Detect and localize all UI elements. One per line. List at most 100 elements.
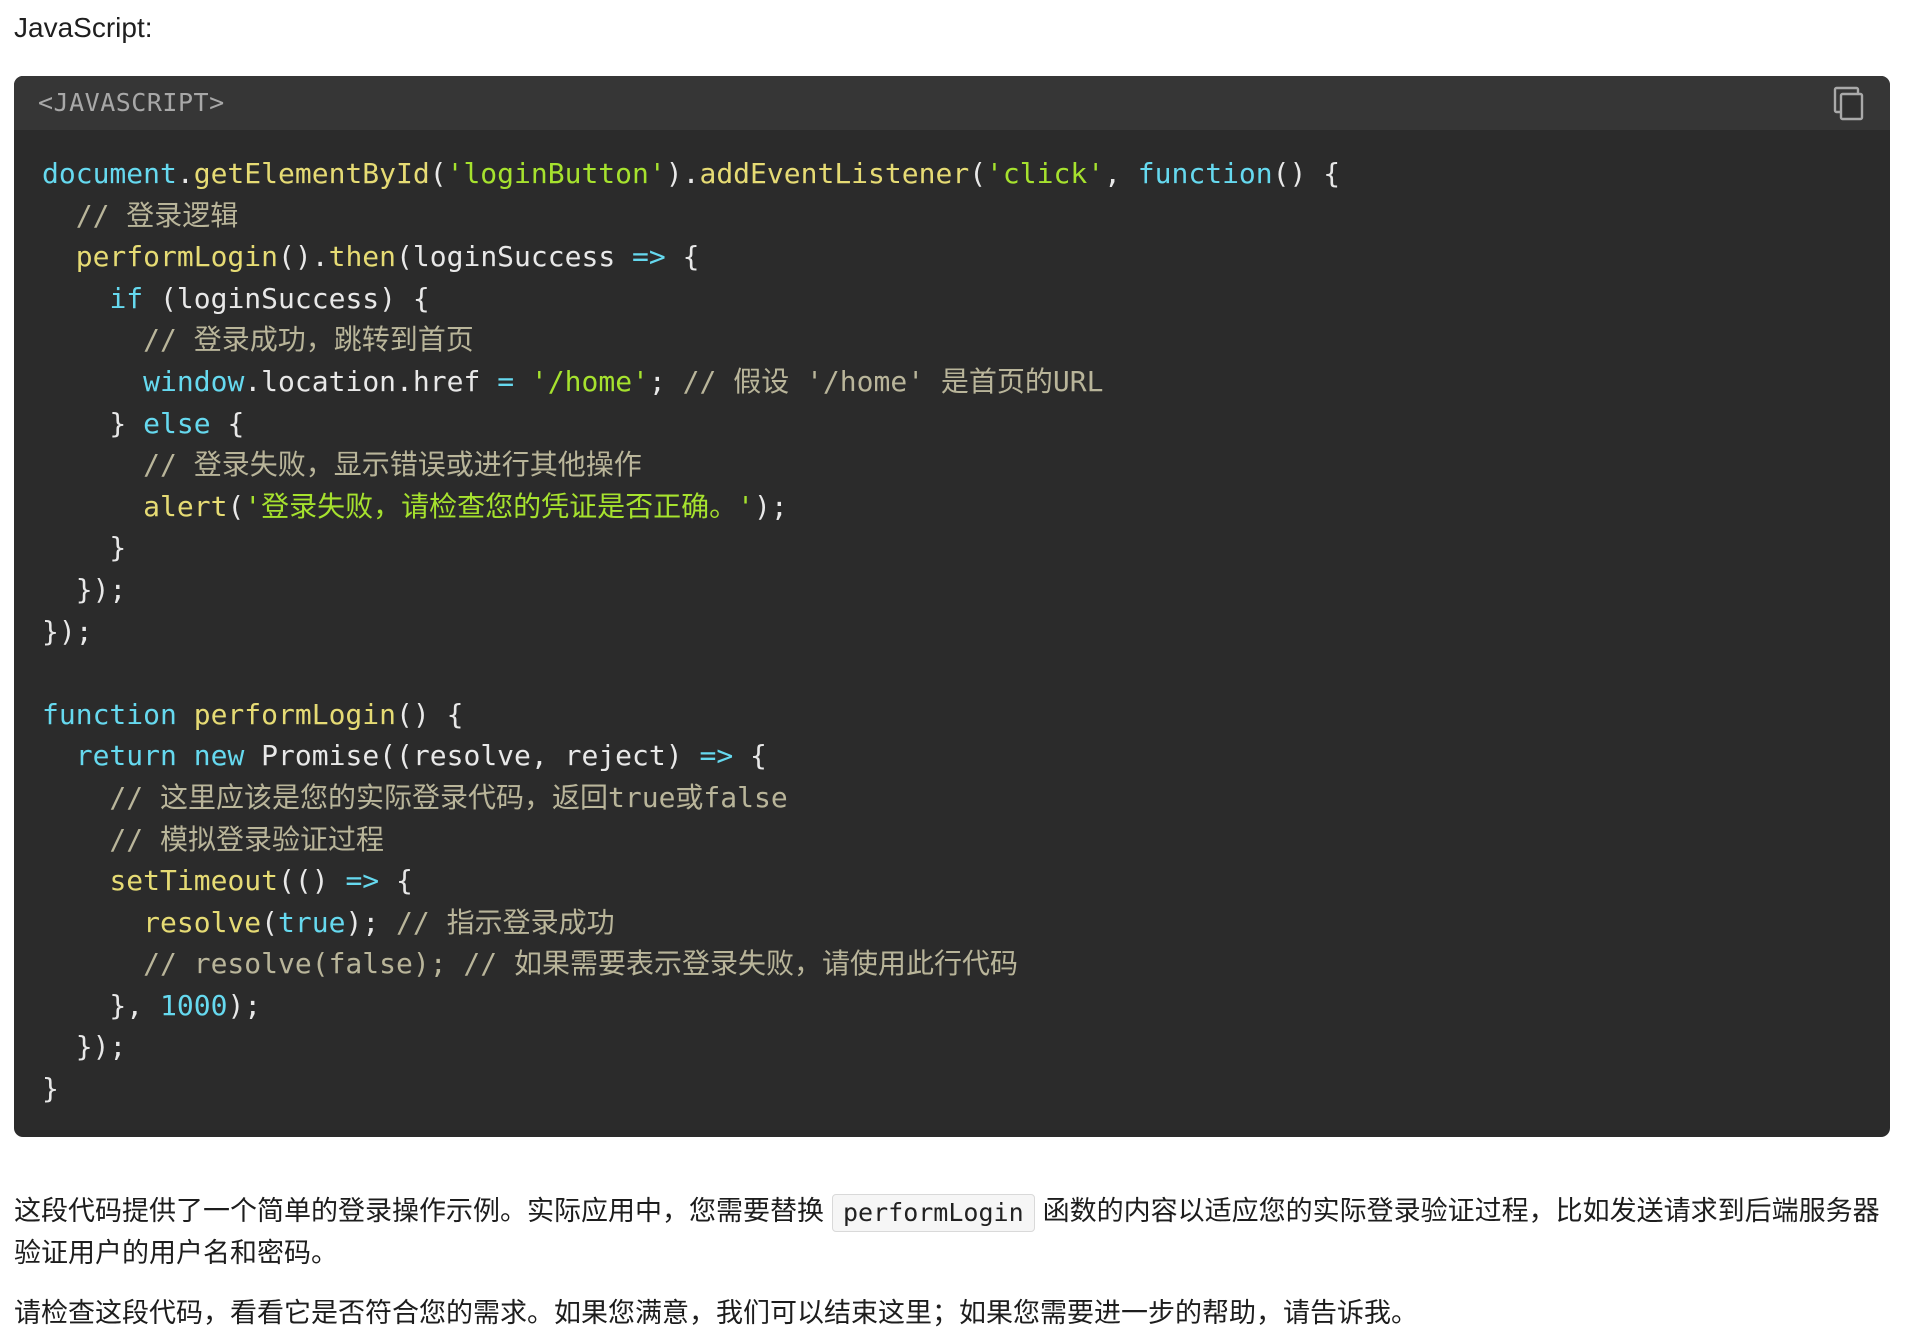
explanation-paragraph: 这段代码提供了一个简单的登录操作示例。实际应用中，您需要替换 performLog… [14,1190,1884,1274]
code-token: '/home' [530,364,649,398]
code-token: // 登录逻辑 [42,198,239,232]
code-token: getElementById [193,157,430,190]
code-line: } [42,1068,1866,1110]
inline-code-performlogin: performLogin [832,1193,1035,1232]
code-line: // 登录成功，跳转到首页 [42,319,1866,361]
copy-code-button[interactable] [1828,84,1868,124]
code-line: } [42,527,1866,569]
code-token: { [379,864,413,898]
code-token: () { [1272,157,1341,190]
code-token: .location.href [244,364,498,398]
explanation-text-before: 这段代码提供了一个简单的登录操作示例。实际应用中，您需要替换 [14,1196,824,1226]
follow-up-paragraph: 请检查这段代码，看看它是否符合您的需求。如果您满意，我们可以结束这里；如果您需要… [14,1298,1418,1328]
code-token: (loginSuccess) { [143,281,430,315]
copy-icon [1828,84,1868,124]
code-token: => [345,864,380,898]
code-token: ( [429,157,447,190]
code-token: // 模拟登录验证过程 [42,822,385,856]
code-line: // 登录失败，显示错误或进行其他操作 [42,444,1866,486]
code-token: }); [42,614,93,648]
code-line: alert('登录失败，请检查您的凭证是否正确。'); [42,486,1866,528]
code-line: setTimeout(() => { [42,860,1866,902]
code-token: // resolve(false); // 如果需要表示登录失败，请使用此行代码 [42,947,1019,981]
code-line: return new Promise((resolve, reject) => … [42,735,1866,777]
code-token: '登录失败，请检查您的凭证是否正确。' [244,489,755,523]
code-token: { [665,240,700,274]
code-line: }); [42,1026,1866,1068]
code-token: // 这里应该是您的实际登录代码，返回true或false [42,780,788,814]
code-token: then [328,240,397,274]
code-token: }); [42,572,127,606]
code-token: = [497,364,515,398]
code-line: document.getElementById('loginButton').a… [42,153,1866,195]
code-token: performLogin [75,240,279,274]
code-line: // 登录逻辑 [42,195,1866,237]
code-token: => [632,240,666,274]
code-token: return [75,739,177,773]
language-intro-label: JavaScript: [14,12,153,43]
code-token: performLogin [193,697,397,731]
code-line: if (loginSuccess) { [42,278,1866,320]
code-token: Promise((resolve, reject) [244,739,700,773]
code-token: function [1137,157,1273,190]
code-token: }, [42,988,161,1022]
code-token: setTimeout [109,864,279,898]
code-token: ; [648,364,683,398]
code-token: // 假设 '/home' 是首页的URL [682,364,1104,398]
code-token: 'click' [986,157,1105,190]
code-token: new [193,739,245,773]
code-line: // 模拟登录验证过程 [42,819,1866,861]
code-token: { [210,406,245,440]
code-token: resolve [143,905,262,939]
code-token: else [143,406,211,440]
code-line: }, 1000); [42,985,1866,1027]
code-line: // 这里应该是您的实际登录代码，返回true或false [42,777,1866,819]
code-token: ); [227,988,262,1022]
code-token: (loginSuccess [396,240,633,274]
code-token: (() [278,864,346,898]
code-token: . [176,157,194,190]
code-line: }); [42,611,1866,653]
code-line: function performLogin() { [42,694,1866,736]
code-token: { [733,739,767,773]
code-token: } [42,406,144,440]
code-token: document [42,157,177,190]
code-token: if [109,281,144,315]
code-line: }); [42,569,1866,611]
code-token: // 指示登录成功 [396,905,615,939]
code-line: // resolve(false); // 如果需要表示登录失败，请使用此行代码 [42,943,1866,985]
code-token: ). [665,157,700,190]
code-token: ( [261,905,279,939]
code-token: } [42,1072,59,1106]
code-token: ); [754,489,788,523]
code-token: (). [278,240,329,274]
code-line: performLogin().then(loginSuccess => { [42,236,1866,278]
code-token: addEventListener [699,157,970,190]
code-block-header: <JAVASCRIPT> [14,76,1890,130]
page: JavaScript: <JAVASCRIPT> document.getEle… [0,0,1906,1328]
code-token: }); [42,1030,127,1064]
code-token: ( [227,489,245,523]
code-token: , [1104,157,1138,190]
code-line: resolve(true); // 指示登录成功 [42,902,1866,944]
code-token: // 登录成功，跳转到首页 [42,323,474,357]
code-line: window.location.href = '/home'; // 假设 '/… [42,361,1866,403]
code-line: } else { [42,403,1866,445]
code-token: function [42,697,177,731]
code-token: alert [143,489,228,523]
code-language-label: <JAVASCRIPT> [38,88,225,117]
code-token: window [143,364,245,398]
code-token: // 登录失败，显示错误或进行其他操作 [42,448,642,482]
code-token: 'loginButton' [446,157,666,190]
javascript-code-content: document.getElementById('loginButton').a… [42,153,1866,1117]
code-token: () { [396,697,464,731]
